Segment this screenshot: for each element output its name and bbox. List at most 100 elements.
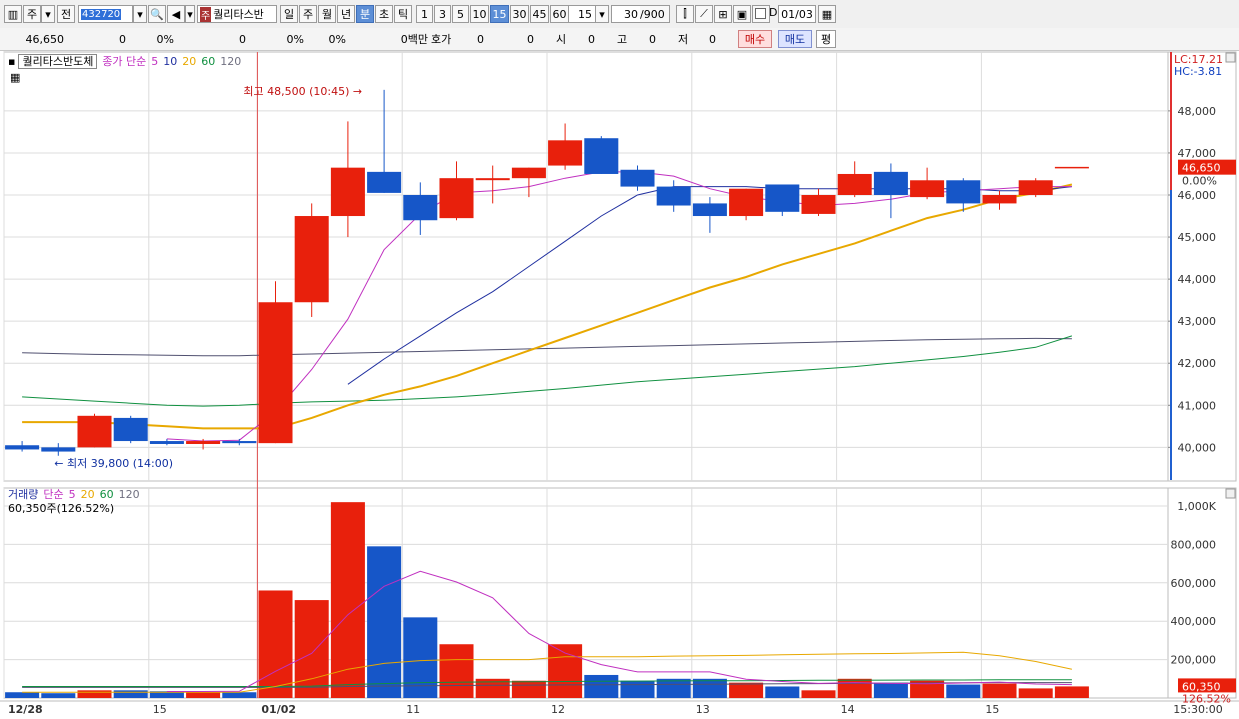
interval-button-45[interactable]: 45 — [530, 5, 549, 23]
chart-type-icon[interactable]: ▥ — [4, 5, 22, 23]
quote-volume: 0 — [239, 32, 246, 46]
x-tick-label: 14 — [841, 703, 855, 716]
volume-bar — [837, 678, 872, 698]
candle-body — [330, 167, 365, 217]
sell-button[interactable]: 매도 — [778, 30, 812, 48]
quote-change: 0 — [119, 32, 126, 46]
volume-tick-label: 400,000 — [1171, 615, 1217, 628]
y-tick-label: 45,000 — [1178, 231, 1217, 244]
price-tag: 46,650 — [1182, 162, 1221, 175]
count-input[interactable]: 30 — [611, 5, 641, 23]
average-button[interactable]: 평 — [816, 30, 836, 48]
candle-body — [294, 216, 329, 303]
volume-bar — [620, 680, 655, 698]
draw-tool-icon[interactable]: ⟋ — [695, 5, 713, 23]
interval-button-60[interactable]: 60 — [550, 5, 569, 23]
period-button-3[interactable]: 년 — [337, 5, 355, 23]
hoga-value: 0 — [477, 32, 484, 46]
price-panel-menu-icon[interactable] — [1225, 52, 1236, 63]
speaker-icon[interactable]: ◀ — [167, 5, 185, 23]
y-tick-label: 44,000 — [1178, 273, 1217, 286]
toolbar: ▥ 주 ▾ 전 432720 ▾ 🔍 ◀ ▾ 주 퀄리타스반 15 ▾ 30 /9… — [0, 0, 1239, 29]
stock-prefix-badge: 주 — [200, 6, 212, 22]
candle-body — [475, 178, 510, 181]
buy-button[interactable]: 매수 — [738, 30, 772, 48]
speaker-dropdown-icon[interactable]: ▾ — [185, 5, 195, 23]
candle-body — [222, 441, 257, 444]
stock-name: 퀄리타스반 — [213, 8, 264, 21]
candle-body — [258, 302, 293, 444]
settings-icon[interactable]: ▪ — [8, 55, 15, 68]
volume-bar — [511, 680, 546, 698]
low-value: 0 — [709, 32, 716, 46]
date-input[interactable]: 01/03 — [778, 5, 816, 23]
interval-button-1[interactable]: 1 — [416, 5, 433, 23]
prev-button[interactable]: 전 — [57, 5, 75, 23]
candle-body — [692, 203, 727, 217]
search-icon[interactable]: 🔍 — [148, 5, 166, 23]
volume-bar — [946, 684, 981, 698]
candle-body — [113, 417, 148, 442]
period-button-0[interactable]: 일 — [280, 5, 298, 23]
y-tick-label: 41,000 — [1178, 399, 1217, 412]
volume-bar — [77, 690, 112, 698]
d-checkbox[interactable] — [755, 8, 766, 19]
legend-stock-name: 퀄리타스반도체 — [18, 54, 98, 69]
period-button-4[interactable]: 분 — [356, 5, 374, 23]
y-tick-label: 40,000 — [1178, 441, 1217, 454]
candle-body — [837, 173, 872, 195]
volume-bar — [222, 692, 257, 698]
interval-input[interactable]: 15 — [568, 5, 596, 23]
stock-name-field[interactable]: 주 퀄리타스반 — [197, 5, 277, 23]
vol-pct-tag: 126.52% — [1182, 692, 1231, 705]
high-annotation: 최고 48,500 (10:45) → — [243, 85, 362, 98]
price-legend: ▪ 퀄리타스반도체 종가 단순 5 10 20 60 120 — [8, 53, 246, 69]
volume-bar — [873, 682, 908, 698]
interval-button-30[interactable]: 30 — [510, 5, 529, 23]
quote-vol-pct: 0% — [286, 32, 304, 46]
x-tick-label: 01/02 — [261, 703, 296, 716]
quote-amount: 0백만 — [400, 33, 428, 46]
hoga-label: 호가 — [431, 33, 452, 46]
type-dropdown-icon[interactable]: ▾ — [41, 5, 55, 23]
period-button-1[interactable]: 주 — [299, 5, 317, 23]
candle-body — [729, 188, 764, 217]
interval-button-3[interactable]: 3 — [434, 5, 451, 23]
candle-body — [765, 184, 800, 212]
y-tick-label: 43,000 — [1178, 315, 1217, 328]
interval-button-5[interactable]: 5 — [452, 5, 469, 23]
period-button-2[interactable]: 월 — [318, 5, 336, 23]
grid-icon[interactable]: ▦ — [10, 71, 20, 84]
x-tick-label: 11 — [406, 703, 420, 716]
zoom-icon[interactable]: ⊞ — [714, 5, 732, 23]
y-tick-label: 48,000 — [1178, 105, 1217, 118]
candle-icon[interactable]: ⫿ — [676, 5, 694, 23]
hc-label: HC:-3.81 — [1174, 65, 1222, 78]
save-icon[interactable]: ▣ — [733, 5, 751, 23]
chart-area[interactable]: 40,000 41,000 42,000 43,000 44,000 45,000 46,0… — [0, 50, 1239, 719]
volume-bar — [439, 644, 474, 698]
candle-body — [584, 138, 619, 174]
interval-button-10[interactable]: 10 — [470, 5, 489, 23]
type-select[interactable]: 주 — [23, 5, 41, 23]
calendar-icon[interactable]: ▦ — [818, 5, 836, 23]
open-value: 0 — [588, 32, 595, 46]
candle-body — [403, 195, 438, 221]
volume-panel-menu-icon[interactable] — [1225, 488, 1236, 499]
code-input[interactable]: 432720 — [78, 5, 133, 23]
volume-bar — [729, 682, 764, 698]
candle-body — [367, 171, 402, 193]
y-tick-label: 47,000 — [1178, 147, 1217, 160]
period-button-5[interactable]: 초 — [375, 5, 393, 23]
volume-bar — [982, 683, 1017, 698]
quote-pct3: 0% — [328, 32, 346, 46]
period-button-6[interactable]: 틱 — [394, 5, 412, 23]
candle-body — [439, 178, 474, 219]
interval-button-15[interactable]: 15 — [490, 5, 509, 23]
candle-body — [982, 195, 1017, 204]
candle-body — [149, 441, 184, 444]
x-tick-label: 13 — [696, 703, 710, 716]
code-dropdown-icon[interactable]: ▾ — [133, 5, 147, 23]
interval-dropdown-icon[interactable]: ▾ — [595, 5, 609, 23]
candle-body — [186, 441, 221, 444]
